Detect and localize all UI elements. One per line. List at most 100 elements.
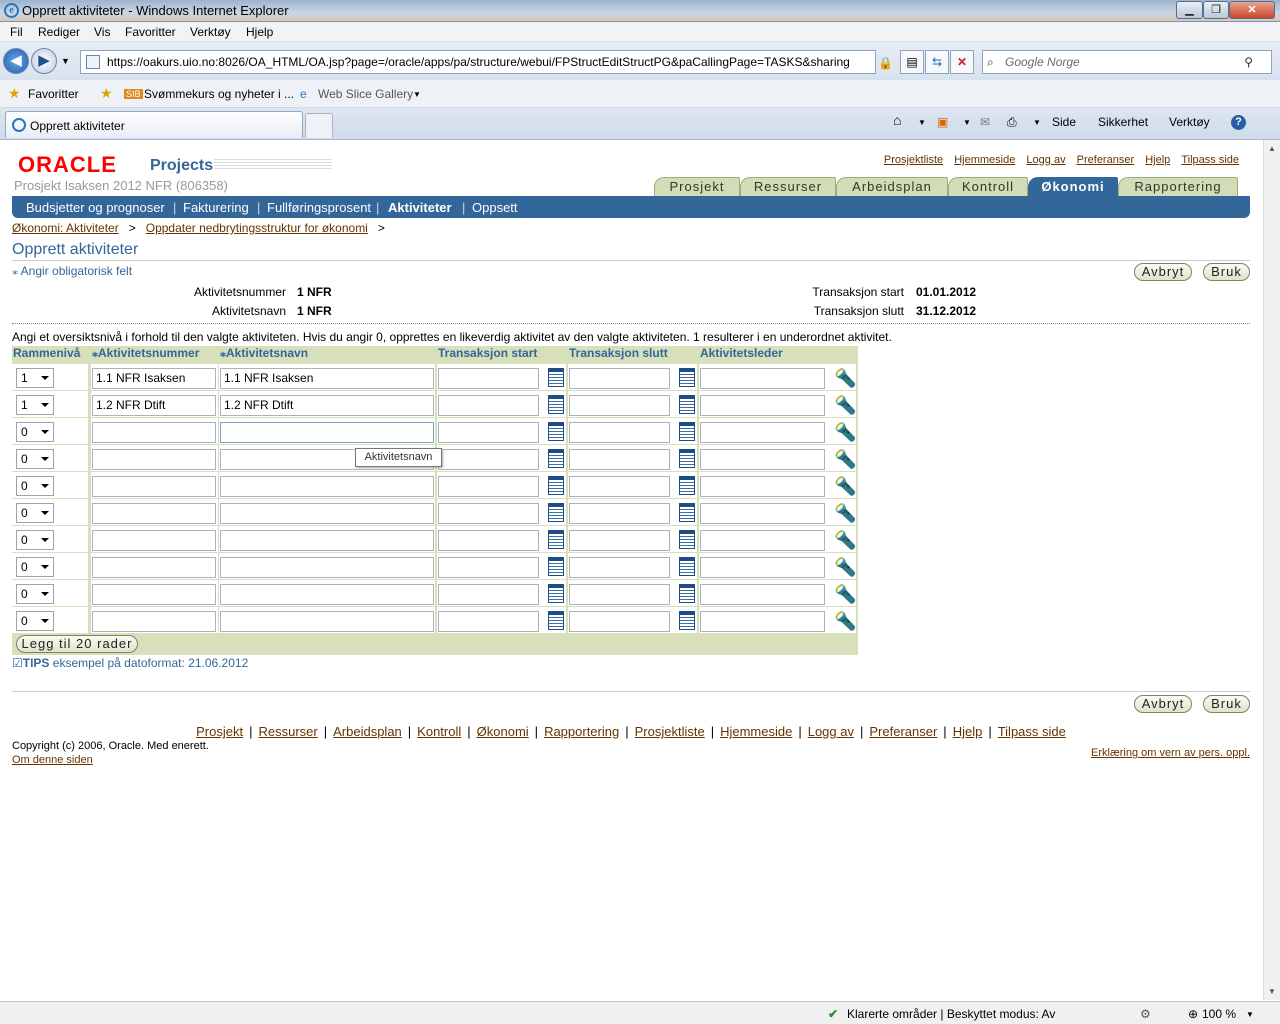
aktivitetsnummer-input[interactable] bbox=[92, 611, 216, 632]
aktivitetsnavn-input[interactable]: 1.2 NFR Dtift bbox=[220, 395, 434, 416]
calendar-icon[interactable] bbox=[679, 611, 695, 630]
rammeniva-select[interactable]: 0 bbox=[16, 584, 54, 604]
footer-link[interactable]: Økonomi bbox=[477, 724, 529, 739]
tab-okonomi[interactable]: Økonomi bbox=[1028, 177, 1118, 196]
calendar-icon[interactable] bbox=[548, 476, 564, 495]
calendar-icon[interactable] bbox=[548, 503, 564, 522]
aktivitetsnavn-input[interactable] bbox=[220, 530, 434, 551]
footer-link[interactable]: Prosjektliste bbox=[635, 724, 705, 739]
aktivitetsnummer-input[interactable] bbox=[92, 449, 216, 470]
calendar-icon[interactable] bbox=[548, 557, 564, 576]
rammeniva-select[interactable]: 0 bbox=[16, 557, 54, 577]
tab-arbeidsplan[interactable]: Arbeidsplan bbox=[836, 177, 948, 196]
search-flashlight-icon[interactable]: 🔦 bbox=[834, 529, 856, 551]
transaksjon-slutt-input[interactable] bbox=[569, 557, 670, 578]
zoom-dropdown-icon[interactable]: ▼ bbox=[1246, 1010, 1254, 1019]
search-flashlight-icon[interactable]: 🔦 bbox=[834, 448, 856, 470]
protected-mode-icon[interactable]: ⚙ bbox=[1140, 1007, 1151, 1021]
footer-link[interactable]: Arbeidsplan bbox=[333, 724, 402, 739]
side-menu[interactable]: Side bbox=[1052, 115, 1076, 129]
web-slice-dropdown-icon[interactable]: ▼ bbox=[413, 90, 421, 99]
menu-favoritter[interactable]: Favoritter bbox=[125, 25, 176, 39]
aktivitetsleder-input[interactable] bbox=[700, 584, 825, 605]
footer-link[interactable]: Logg av bbox=[808, 724, 854, 739]
subtab-aktiviteter[interactable]: Aktiviteter bbox=[388, 200, 452, 215]
favorites-star-icon[interactable]: ★ bbox=[8, 85, 21, 102]
subtab-fakturering[interactable]: Fakturering bbox=[183, 200, 249, 215]
calendar-icon[interactable] bbox=[679, 476, 695, 495]
feeds-icon[interactable]: ▣ bbox=[937, 115, 948, 129]
transaksjon-slutt-input[interactable] bbox=[569, 584, 670, 605]
calendar-icon[interactable] bbox=[548, 611, 564, 630]
new-tab-button[interactable] bbox=[305, 113, 333, 138]
search-input[interactable]: Google Norge ⌕ ⚲ bbox=[982, 50, 1272, 74]
home-dropdown-icon[interactable]: ▼ bbox=[918, 118, 926, 127]
feeds-dropdown-icon[interactable]: ▼ bbox=[963, 118, 971, 127]
rammeniva-select[interactable]: 1 bbox=[16, 395, 54, 415]
breadcrumb-oppdater-struktur[interactable]: Oppdater nedbrytingsstruktur for økonomi bbox=[146, 221, 368, 235]
link-hjelp[interactable]: Hjelp bbox=[1145, 154, 1170, 166]
address-field[interactable]: https://oakurs.uio.no:8026/OA_HTML/OA.js… bbox=[80, 50, 876, 74]
calendar-icon[interactable] bbox=[679, 368, 695, 387]
vertical-scrollbar[interactable]: ▲ ▼ bbox=[1263, 140, 1280, 1000]
tab-prosjekt[interactable]: Prosjekt bbox=[654, 177, 740, 196]
footer-link[interactable]: Tilpass side bbox=[998, 724, 1066, 739]
history-dropdown-icon[interactable]: ▼ bbox=[61, 56, 70, 66]
transaksjon-start-input[interactable] bbox=[438, 368, 539, 389]
aktivitetsnummer-input[interactable] bbox=[92, 530, 216, 551]
aktivitetsnavn-input[interactable] bbox=[220, 422, 434, 443]
subtab-oppsett[interactable]: Oppsett bbox=[472, 200, 518, 215]
aktivitetsleder-input[interactable] bbox=[700, 503, 825, 524]
rammeniva-select[interactable]: 0 bbox=[16, 476, 54, 496]
rammeniva-select[interactable]: 0 bbox=[16, 449, 54, 469]
aktivitetsnavn-input[interactable] bbox=[220, 503, 434, 524]
security-zone[interactable]: Klarerte områder | Beskyttet modus: Av bbox=[847, 1007, 1055, 1021]
apply-button-bottom[interactable]: Bruk bbox=[1203, 695, 1250, 713]
menu-hjelp[interactable]: Hjelp bbox=[246, 25, 273, 39]
aktivitetsnummer-input[interactable] bbox=[92, 503, 216, 524]
minimize-button[interactable]: ▁ bbox=[1176, 1, 1203, 19]
aktivitetsnummer-input[interactable]: 1.2 NFR Dtift bbox=[92, 395, 216, 416]
print-dropdown-icon[interactable]: ▼ bbox=[1033, 118, 1041, 127]
transaksjon-slutt-input[interactable] bbox=[569, 368, 670, 389]
aktivitetsnummer-input[interactable] bbox=[92, 422, 216, 443]
footer-link[interactable]: Rapportering bbox=[544, 724, 619, 739]
link-hjemmeside[interactable]: Hjemmeside bbox=[954, 154, 1015, 166]
footer-link[interactable]: Ressurser bbox=[258, 724, 317, 739]
lock-icon[interactable]: 🔒 bbox=[878, 56, 893, 70]
transaksjon-slutt-input[interactable] bbox=[569, 611, 670, 632]
favorite-item-web-slice[interactable]: Web Slice Gallery bbox=[318, 87, 413, 101]
search-flashlight-icon[interactable]: 🔦 bbox=[834, 583, 856, 605]
calendar-icon[interactable] bbox=[679, 422, 695, 441]
transaksjon-start-input[interactable] bbox=[438, 422, 539, 443]
search-flashlight-icon[interactable]: 🔦 bbox=[834, 475, 856, 497]
browser-tab-active[interactable]: Opprett aktiviteter bbox=[5, 111, 303, 138]
aktivitetsnavn-input[interactable] bbox=[220, 584, 434, 605]
home-icon[interactable]: ⌂ bbox=[893, 112, 901, 128]
back-button[interactable]: ◀ bbox=[3, 48, 29, 74]
apply-button-top[interactable]: Bruk bbox=[1203, 263, 1250, 281]
calendar-icon[interactable] bbox=[548, 584, 564, 603]
aktivitetsleder-input[interactable] bbox=[700, 368, 825, 389]
aktivitetsnummer-input[interactable] bbox=[92, 476, 216, 497]
transaksjon-slutt-input[interactable] bbox=[569, 422, 670, 443]
calendar-icon[interactable] bbox=[548, 395, 564, 414]
verktoy-menu[interactable]: Verktøy bbox=[1169, 115, 1210, 129]
subtab-budsjetter[interactable]: Budsjetter og prognoser bbox=[26, 200, 165, 215]
calendar-icon[interactable] bbox=[548, 368, 564, 387]
aktivitetsleder-input[interactable] bbox=[700, 611, 825, 632]
menu-rediger[interactable]: Rediger bbox=[38, 25, 80, 39]
scroll-down-icon[interactable]: ▼ bbox=[1264, 983, 1280, 1000]
transaksjon-start-input[interactable] bbox=[438, 584, 539, 605]
search-flashlight-icon[interactable]: 🔦 bbox=[834, 610, 856, 632]
add-20-rows-button[interactable]: Legg til 20 rader bbox=[16, 635, 138, 653]
transaksjon-start-input[interactable] bbox=[438, 476, 539, 497]
close-window-button[interactable]: ✕ bbox=[1229, 1, 1275, 19]
subtab-fullforingsprosent[interactable]: Fullføringsprosent bbox=[267, 200, 371, 215]
tab-ressurser[interactable]: Ressurser bbox=[740, 177, 836, 196]
rammeniva-select[interactable]: 0 bbox=[16, 503, 54, 523]
scroll-up-icon[interactable]: ▲ bbox=[1264, 140, 1280, 157]
calendar-icon[interactable] bbox=[679, 530, 695, 549]
link-tilpass-side[interactable]: Tilpass side bbox=[1181, 154, 1239, 166]
link-logg-av[interactable]: Logg av bbox=[1026, 154, 1065, 166]
